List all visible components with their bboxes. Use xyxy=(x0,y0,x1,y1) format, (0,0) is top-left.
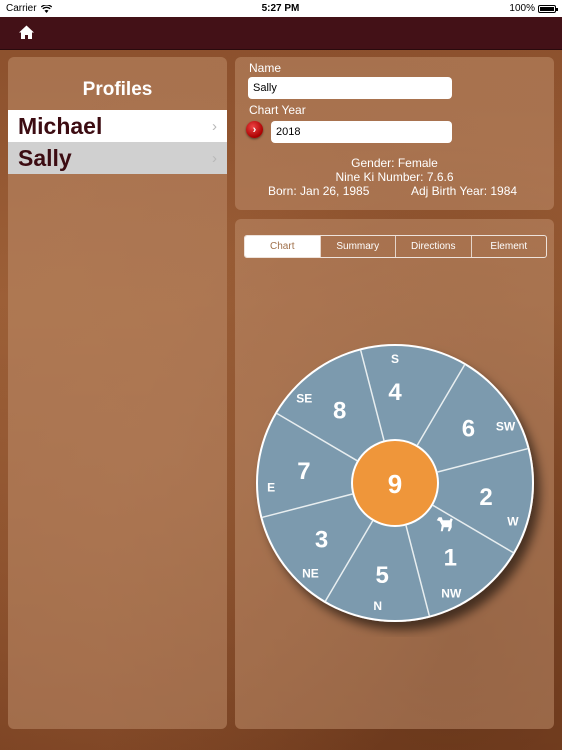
sector-number-n: 5 xyxy=(376,562,389,589)
sector-direction-e: E xyxy=(267,480,275,494)
status-bar: Carrier 5:27 PM 100% xyxy=(0,0,562,17)
chart-year-go-button[interactable]: › xyxy=(246,121,263,138)
view-segmented-control: Chart Summary Directions Element xyxy=(244,235,547,258)
sector-direction-se: SE xyxy=(296,391,312,405)
tab-summary[interactable]: Summary xyxy=(319,236,396,257)
sector-direction-sw: SW xyxy=(496,420,516,434)
sector-number-sw: 6 xyxy=(462,416,475,443)
sector-direction-nw: NW xyxy=(441,586,462,600)
chevron-right-icon: › xyxy=(212,149,217,167)
chart-panel: Chart Summary Directions Element 9 4 S 6 SW… xyxy=(235,219,554,729)
battery-percent: 100% xyxy=(509,3,535,14)
chevron-right-icon: › xyxy=(252,123,257,136)
sector-number-se: 8 xyxy=(333,398,346,425)
sector-number-s: 4 xyxy=(388,379,402,406)
sector-direction-s: S xyxy=(391,352,399,366)
born-text: Born: Jan 26, 1985 xyxy=(268,184,370,198)
chevron-right-icon: › xyxy=(212,117,217,135)
tab-chart[interactable]: Chart xyxy=(245,236,320,257)
adj-birth-year-text: Adj Birth Year: 1984 xyxy=(411,184,518,198)
sector-direction-n: N xyxy=(373,599,382,613)
profile-item-sally[interactable]: Sally › xyxy=(8,142,227,174)
profiles-title: Profiles xyxy=(82,79,153,100)
profile-item-michael[interactable]: Michael › xyxy=(8,110,227,142)
nav-bar xyxy=(0,17,562,50)
sector-direction-ne: NE xyxy=(302,567,319,581)
chart-year-input[interactable] xyxy=(271,121,452,143)
profiles-panel: Profiles Michael › Sally › xyxy=(8,57,227,729)
battery-icon xyxy=(538,4,558,13)
wifi-icon xyxy=(40,4,52,13)
name-input[interactable] xyxy=(248,77,452,99)
profile-info-panel: Name Chart Year › Gender: Female Nine Ki… xyxy=(235,57,554,210)
carrier-label: Carrier xyxy=(6,3,37,14)
profile-name: Michael xyxy=(18,112,103,139)
home-icon[interactable] xyxy=(18,24,35,41)
sector-direction-w: W xyxy=(507,514,519,528)
clock: 5:27 PM xyxy=(261,3,300,14)
sector-number-nw: 1 xyxy=(444,544,457,571)
profile-name: Sally xyxy=(18,144,72,171)
center-number: 9 xyxy=(388,469,402,499)
sector-number-w: 2 xyxy=(479,484,492,511)
sector-number-e: 7 xyxy=(297,458,310,485)
chart-year-label: Chart Year xyxy=(249,103,306,117)
sector-number-ne: 3 xyxy=(315,526,328,553)
tab-element[interactable]: Element xyxy=(470,236,547,257)
gender-text: Gender: Female xyxy=(351,156,438,170)
name-label: Name xyxy=(249,61,282,75)
tab-directions[interactable]: Directions xyxy=(395,236,471,257)
nine-ki-chart-wheel: 9 4 S 6 SW 2 W 1 NW 5 N 3 NE 7 E 8 SE xyxy=(256,344,534,622)
nine-ki-number-text: Nine Ki Number: 7.6.6 xyxy=(335,170,454,184)
